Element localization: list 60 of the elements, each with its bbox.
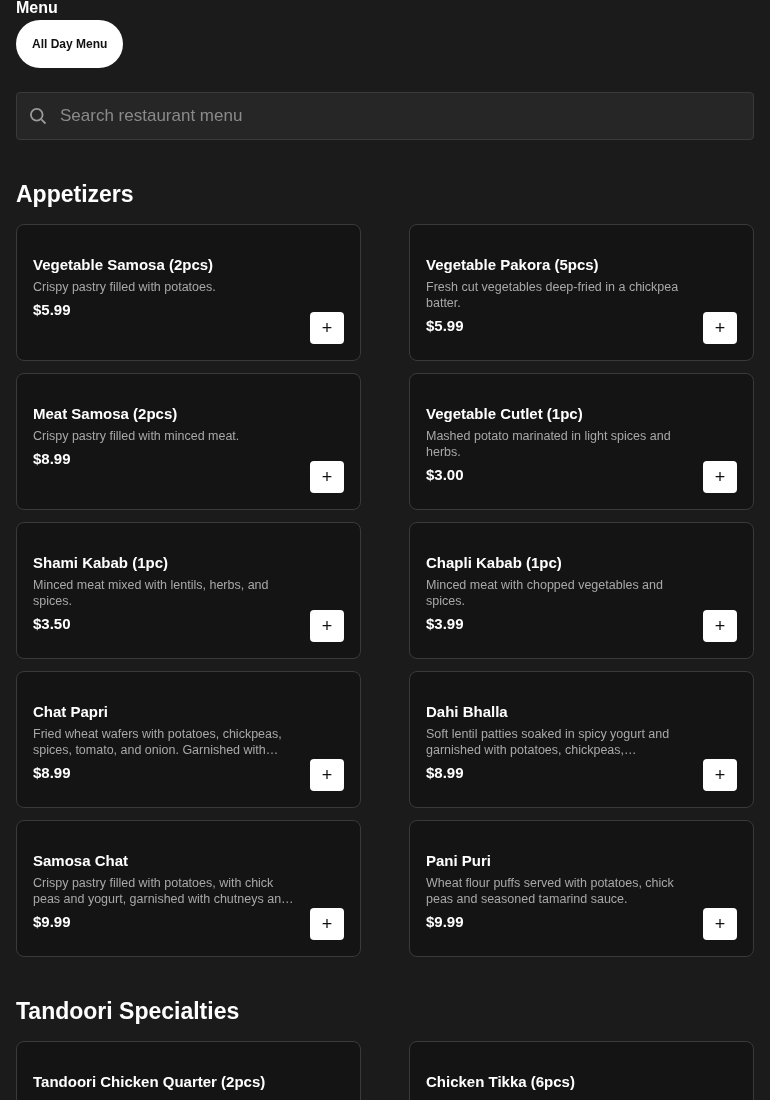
add-button[interactable]: +	[310, 610, 344, 642]
item-description: Mashed potato marinated in light spices and herbs.	[426, 428, 672, 460]
item-name: Dahi Bhalla	[426, 702, 509, 722]
item-description: Minced meat mixed with lentils, herbs, and spices.	[33, 577, 270, 609]
add-button[interactable]: +	[703, 312, 737, 344]
item-name: Vegetable Pakora (5pcs)	[426, 255, 600, 275]
item-price: $8.99	[426, 763, 465, 783]
item-name: Vegetable Samosa (2pcs)	[33, 255, 215, 275]
menu-tab[interactable]: All Day Menu	[16, 20, 124, 68]
add-button[interactable]: +	[703, 610, 737, 642]
item-price: $9.99	[33, 912, 72, 932]
item-price: $5.99	[33, 300, 72, 320]
menu-item-card[interactable]: Vegetable Samosa (2pcs) Crispy pastry filled with potatoes. $5.99 +	[16, 224, 361, 361]
item-price: $8.99	[33, 763, 72, 783]
add-button[interactable]: +	[310, 312, 344, 344]
item-name: Chapli Kabab (1pc)	[426, 553, 563, 573]
item-name: Meat Samosa (2pcs)	[33, 404, 179, 424]
add-button[interactable]: +	[703, 461, 737, 493]
item-price: $3.00	[426, 465, 465, 485]
add-button[interactable]: +	[310, 908, 344, 940]
add-button[interactable]: +	[310, 461, 344, 493]
add-button[interactable]: +	[310, 759, 344, 791]
item-name: Chat Papri	[33, 702, 109, 722]
item-name: Tandoori Chicken Quarter (2pcs)	[33, 1072, 267, 1092]
menu-item-card[interactable]: Vegetable Pakora (5pcs) Fresh cut vegetables deep-fried in a chickpea batter. $5.99 +	[409, 224, 754, 361]
item-description: Fresh cut vegetables deep-fried in a chickpea batter.	[426, 279, 680, 311]
menu-item-card[interactable]: Chat Papri Fried wheat wafers with potatoes, chickpeas, spices, tomato, and onion. Garnished with… $8.99 +	[16, 671, 361, 808]
item-description: Soft lentil patties soaked in spicy yogurt and garnished with potatoes, chickpeas,…	[426, 726, 671, 758]
item-price: $8.99	[33, 449, 72, 469]
menu-item-card[interactable]: Chapli Kabab (1pc) Minced meat with chopped vegetables and spices. $3.99 +	[409, 522, 754, 659]
item-price: $9.99	[426, 912, 465, 932]
add-button[interactable]: +	[703, 908, 737, 940]
menu-item-card[interactable]: Vegetable Cutlet (1pc) Mashed potato marinated in light spices and herbs. $3.00 +	[409, 373, 754, 510]
item-name: Shami Kabab (1pc)	[33, 553, 170, 573]
item-description: Crispy pastry filled with minced meat.	[33, 428, 241, 444]
section-heading: Appetizers	[16, 180, 135, 208]
item-description: Minced meat with chopped vegetables and spices.	[426, 577, 664, 609]
menu-item-card[interactable]: Samosa Chat Crispy pastry filled with potatoes, with chick peas and yogurt, garnished with chutneys an… $9.99 +	[16, 820, 361, 957]
menu-item-card[interactable]: Tandoori Chicken Quarter (2pcs)	[16, 1041, 361, 1100]
item-name: Vegetable Cutlet (1pc)	[426, 404, 584, 424]
menu-item-card[interactable]: Meat Samosa (2pcs) Crispy pastry filled with minced meat. $8.99 +	[16, 373, 361, 510]
search-icon	[28, 106, 48, 126]
item-price: $5.99	[426, 316, 465, 336]
item-description: Fried wheat wafers with potatoes, chickpeas, spices, tomato, and onion. Garnished with…	[33, 726, 283, 758]
item-name: Chicken Tikka (6pcs)	[426, 1072, 576, 1092]
item-name: Samosa Chat	[33, 851, 130, 871]
item-name: Pani Puri	[426, 851, 493, 871]
menu-item-card[interactable]: Dahi Bhalla Soft lentil patties soaked in spicy yogurt and garnished with potatoes, chickpeas,… $8.99 +	[409, 671, 754, 808]
menu-item-card[interactable]: Pani Puri Wheat flour puffs served with potatoes, chick peas and seasoned tamarind sauce. $9.99 +	[409, 820, 754, 957]
section-heading: Tandoori Specialties	[16, 997, 241, 1025]
item-price: $3.50	[33, 614, 72, 634]
menu-item-card[interactable]: Shami Kabab (1pc) Minced meat mixed with lentils, herbs, and spices. $3.50 +	[16, 522, 361, 659]
search-field[interactable]: Search restaurant menu	[16, 92, 754, 140]
item-description: Crispy pastry filled with potatoes.	[33, 279, 217, 295]
page-heading: Menu	[16, 0, 59, 16]
item-price: $3.99	[426, 614, 465, 634]
item-description: Wheat flour puffs served with potatoes, chick peas and seasoned tamarind sauce.	[426, 875, 675, 907]
menu-item-card[interactable]: Chicken Tikka (6pcs)	[409, 1041, 754, 1100]
item-description: Crispy pastry filled with potatoes, with chick peas and yogurt, garnished with chutneys an…	[33, 875, 295, 907]
add-button[interactable]: +	[703, 759, 737, 791]
